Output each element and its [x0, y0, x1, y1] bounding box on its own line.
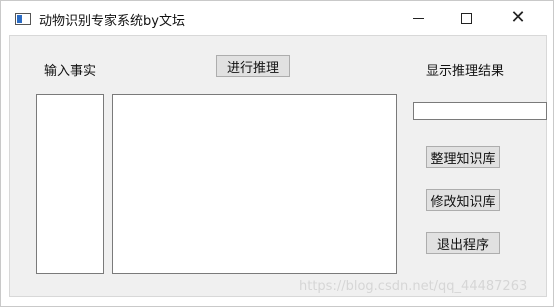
title-bar[interactable]: 动物识别专家系统by文坛 ✕ — [1, 1, 553, 35]
maximize-button[interactable] — [443, 1, 489, 35]
app-window: 动物识别专家系统by文坛 ✕ 输入事实 进行推理 显示推理结果 整理知识库 修改… — [0, 0, 554, 307]
facts-input-area[interactable] — [112, 94, 397, 274]
modify-kb-button[interactable]: 修改知识库 — [426, 189, 500, 211]
close-button[interactable]: ✕ — [495, 1, 541, 35]
close-icon: ✕ — [510, 7, 526, 28]
minimize-icon — [412, 17, 424, 19]
exit-button[interactable]: 退出程序 — [426, 232, 500, 254]
watermark-text: https://blog.csdn.net/qq_44487263 — [299, 279, 528, 294]
app-icon — [15, 13, 31, 25]
show-result-label: 显示推理结果 — [426, 64, 505, 79]
infer-button[interactable]: 进行推理 — [216, 55, 290, 77]
facts-list[interactable] — [36, 94, 104, 274]
window-title: 动物识别专家系统by文坛 — [39, 14, 185, 29]
organize-kb-button[interactable]: 整理知识库 — [426, 146, 500, 168]
input-facts-label: 输入事实 — [44, 64, 97, 79]
minimize-button[interactable] — [395, 1, 441, 35]
result-field[interactable] — [413, 102, 547, 120]
maximize-icon — [460, 12, 472, 24]
